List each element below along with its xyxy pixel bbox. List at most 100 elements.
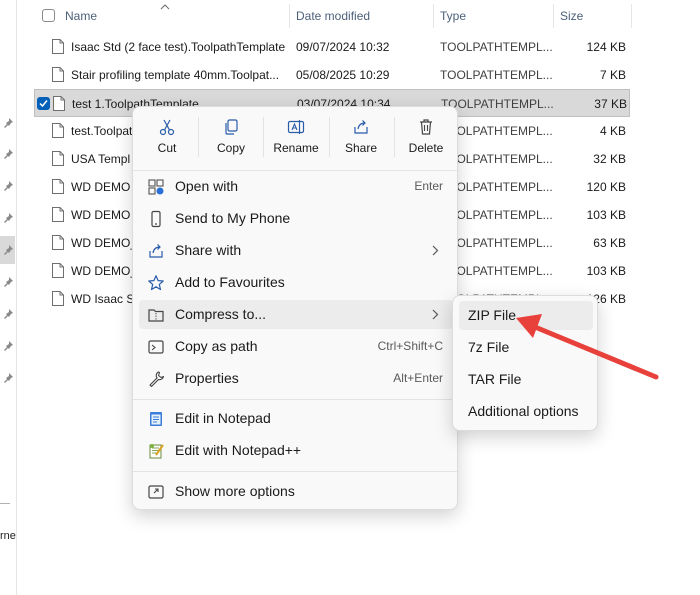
delete-label: Delete xyxy=(408,141,444,155)
file-size: 7 KB xyxy=(599,68,626,82)
menu-item-copy-as-path[interactable]: Copy as path Ctrl+Shift+C xyxy=(139,332,453,361)
menu-item-send-to-phone[interactable]: Send to My Phone xyxy=(139,204,453,233)
nav-item-label[interactable]: rne xyxy=(0,530,16,542)
header-name[interactable]: Name xyxy=(59,4,290,28)
file-icon xyxy=(52,235,64,250)
menu-item-add-to-favourites[interactable]: Add to Favourites xyxy=(139,268,453,297)
file-size: 103 KB xyxy=(586,264,626,278)
rename-icon xyxy=(287,120,305,134)
menu-divider xyxy=(133,399,459,400)
context-menu: Cut Copy Rename Share Delete Open with E… xyxy=(132,106,459,510)
file-row[interactable]: Stair profiling template 40mm.Toolpat...… xyxy=(34,61,630,89)
header-size[interactable]: Size xyxy=(554,4,632,28)
file-icon xyxy=(52,263,64,278)
open-with-icon xyxy=(147,178,165,196)
chevron-right-icon xyxy=(432,309,439,320)
scissors-icon xyxy=(159,119,175,136)
menu-item-open-with[interactable]: Open with Enter xyxy=(139,172,453,201)
copy-path-icon xyxy=(147,338,165,356)
navigation-pane: rne xyxy=(0,0,17,595)
submenu-zip-file[interactable]: ZIP File xyxy=(459,301,593,330)
compress-submenu: ZIP File 7z File TAR File Additional opt… xyxy=(452,295,598,431)
file-icon xyxy=(52,39,64,54)
menu-divider xyxy=(133,170,459,171)
share-label: Share xyxy=(344,141,378,155)
file-type: TOOLPATHTEMPL... xyxy=(440,68,553,82)
share-icon xyxy=(354,120,368,134)
pin-icon[interactable] xyxy=(2,212,14,224)
pin-icon[interactable] xyxy=(2,372,14,384)
file-icon xyxy=(53,96,65,111)
menu-item-show-more-options[interactable]: Show more options xyxy=(139,477,453,506)
submenu-label: TAR File xyxy=(468,371,522,387)
file-size: 37 KB xyxy=(594,97,627,111)
menu-shortcut: Ctrl+Shift+C xyxy=(377,339,443,353)
menu-item-compress-to[interactable]: Compress to... xyxy=(139,300,453,329)
menu-label: Compress to... xyxy=(175,306,267,322)
menu-label: Send to My Phone xyxy=(175,210,291,226)
delete-button[interactable]: Delete xyxy=(394,115,458,163)
file-size: 63 KB xyxy=(593,236,626,250)
pin-icon[interactable] xyxy=(2,308,14,320)
file-size: 120 KB xyxy=(586,180,626,194)
file-name: WD DEMO xyxy=(71,208,131,222)
file-icon xyxy=(52,151,64,166)
file-icon xyxy=(52,179,64,194)
file-type: TOOLPATHTEMPL... xyxy=(440,40,553,54)
header-date-modified[interactable]: Date modified xyxy=(290,4,434,28)
menu-item-edit-with-notepadpp[interactable]: Edit with Notepad++ xyxy=(139,436,453,465)
wrench-icon xyxy=(147,370,165,388)
copy-label: Copy xyxy=(216,141,245,155)
file-icon xyxy=(52,123,64,138)
copy-button[interactable]: Copy xyxy=(199,115,263,163)
menu-label: Open with xyxy=(175,178,239,194)
pin-icon[interactable] xyxy=(2,117,14,129)
menu-label: Copy as path xyxy=(175,338,258,354)
pin-icon[interactable] xyxy=(2,340,14,352)
menu-shortcut: Enter xyxy=(414,179,443,193)
menu-label: Edit with Notepad++ xyxy=(175,442,302,458)
submenu-label: 7z File xyxy=(468,339,510,355)
submenu-tar-file[interactable]: TAR File xyxy=(459,365,593,394)
menu-divider xyxy=(133,471,459,472)
file-name: WD DEMO_ xyxy=(71,236,137,250)
file-size: 4 KB xyxy=(599,124,626,138)
star-icon xyxy=(147,274,165,292)
menu-item-edit-in-notepad[interactable]: Edit in Notepad xyxy=(139,404,453,433)
share-button[interactable]: Share xyxy=(329,115,393,163)
notepadpp-icon xyxy=(147,442,165,460)
chevron-right-icon xyxy=(432,245,439,256)
header-type[interactable]: Type xyxy=(434,4,554,28)
menu-item-properties[interactable]: Properties Alt+Enter xyxy=(139,364,453,393)
menu-item-share-with[interactable]: Share with xyxy=(139,236,453,265)
cut-label: Cut xyxy=(157,141,177,155)
file-row[interactable]: Isaac Std (2 face test).ToolpathTemplate… xyxy=(34,33,630,61)
file-name: Stair profiling template 40mm.Toolpat... xyxy=(71,68,280,82)
pin-icon[interactable] xyxy=(2,244,14,256)
file-name: USA Templ xyxy=(71,152,131,166)
submenu-label: ZIP File xyxy=(468,307,516,323)
menu-label: Edit in Notepad xyxy=(175,410,271,426)
submenu-additional-options[interactable]: Additional options xyxy=(459,397,593,426)
file-size: 32 KB xyxy=(593,152,626,166)
pin-icon[interactable] xyxy=(2,180,14,192)
rename-button[interactable]: Rename xyxy=(264,115,328,163)
phone-icon xyxy=(147,210,165,228)
file-name: WD Isaac St xyxy=(71,292,138,306)
file-name: WD DEMO xyxy=(71,180,131,194)
notepad-icon xyxy=(147,410,165,428)
pin-icon[interactable] xyxy=(2,148,14,160)
trash-icon xyxy=(420,119,432,135)
file-date: 05/08/2025 10:29 xyxy=(296,68,390,82)
pin-icon[interactable] xyxy=(2,276,14,288)
file-date: 09/07/2024 10:32 xyxy=(296,40,390,54)
row-checkbox[interactable] xyxy=(37,97,50,110)
menu-label: Show more options xyxy=(175,483,295,499)
nav-divider xyxy=(0,503,10,504)
file-size: 103 KB xyxy=(586,208,626,222)
cut-button[interactable]: Cut xyxy=(135,115,199,163)
quick-actions-bar: Cut Copy Rename Share Delete xyxy=(133,107,459,167)
submenu-7z-file[interactable]: 7z File xyxy=(459,333,593,362)
file-icon xyxy=(52,67,64,82)
file-icon xyxy=(52,207,64,222)
